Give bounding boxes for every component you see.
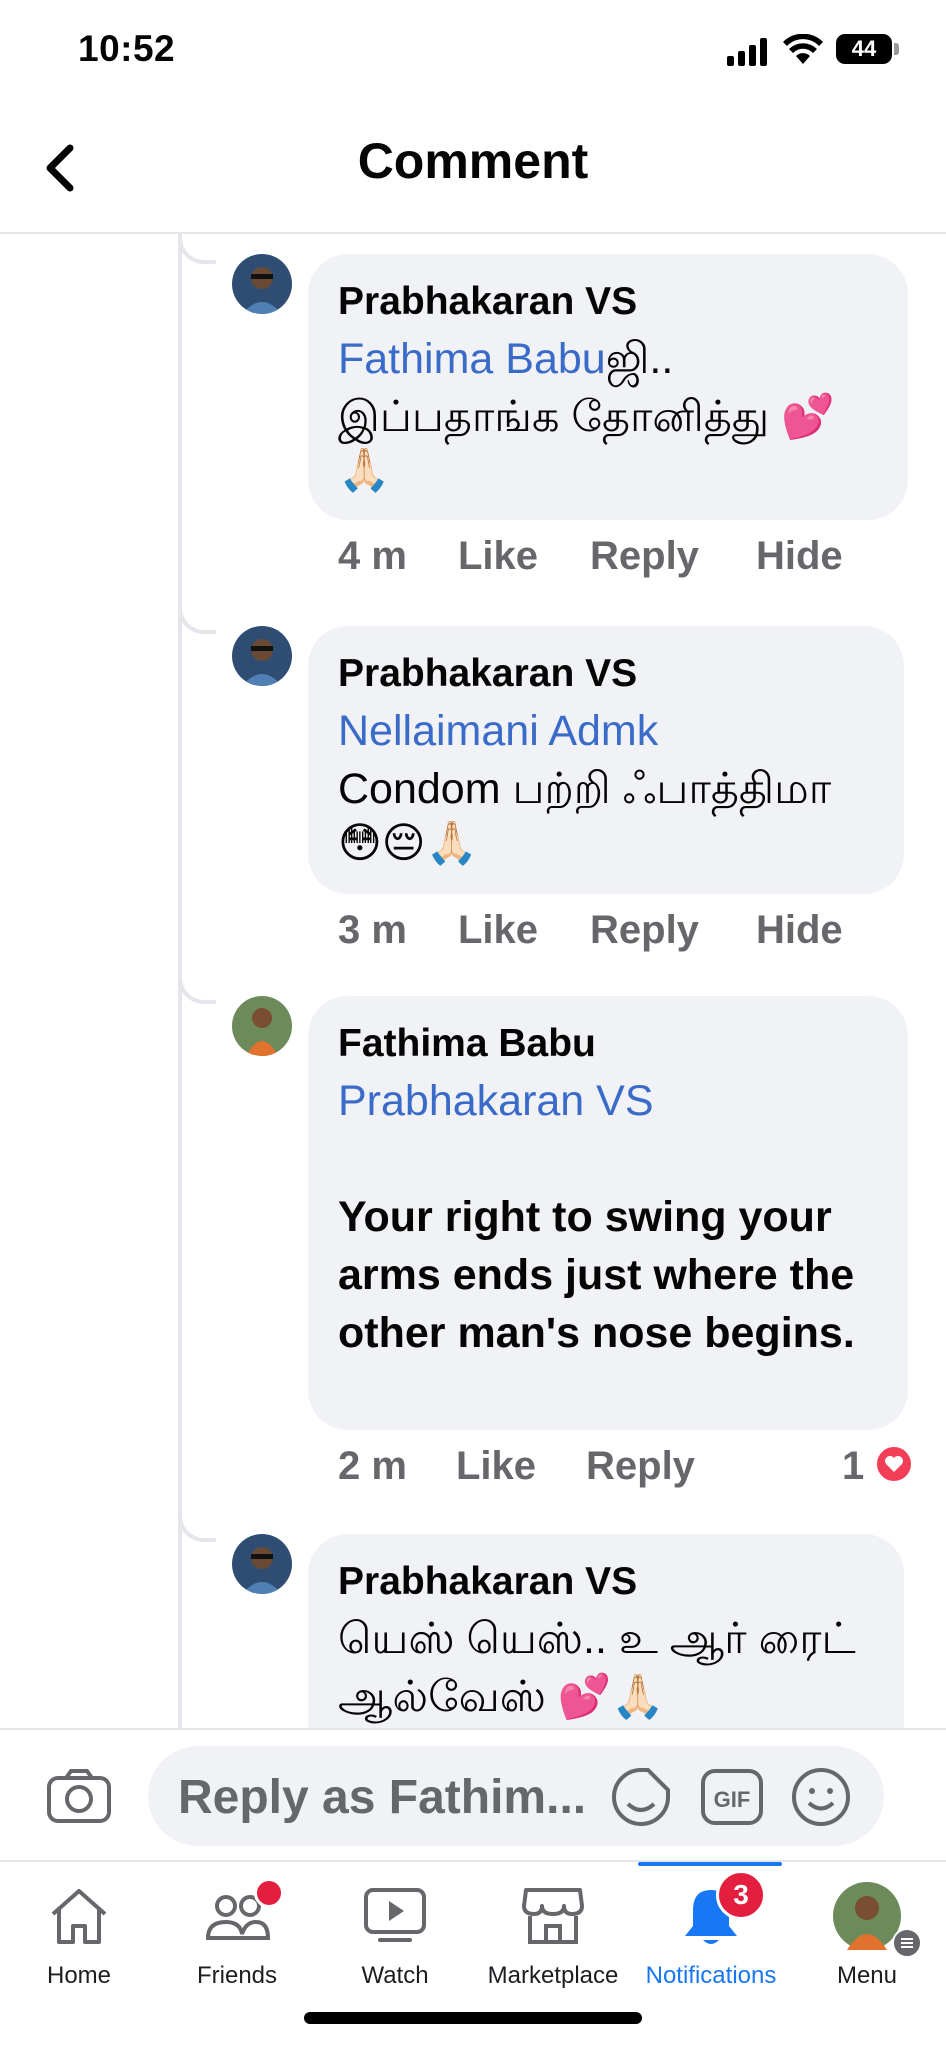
tab-label: Marketplace (487, 1962, 619, 1989)
thread-branch (178, 234, 216, 264)
avatar[interactable] (232, 626, 292, 686)
watch-icon (364, 1888, 426, 1942)
wifi-icon (783, 34, 823, 64)
tab-menu[interactable]: Menu (788, 1862, 946, 2002)
reply-composer: Reply as Fathim... GIF (0, 1728, 946, 1862)
tab-label: Watch (361, 1962, 429, 1989)
status-bar: 10:52 44 (0, 0, 946, 100)
comment-author[interactable]: Prabhakaran VS (338, 646, 876, 702)
comment-text: யெஸ் யெஸ்.. உ ஆர் ரைட் (338, 1615, 856, 1663)
comment-author[interactable]: Prabhakaran VS (338, 1554, 876, 1610)
thread-branch (178, 1512, 216, 1542)
tab-label: Home (46, 1962, 112, 1989)
tab-watch[interactable]: Watch (316, 1862, 474, 2002)
gif-icon[interactable]: GIF (700, 1768, 764, 1826)
header: Comment (0, 100, 946, 234)
emoji-icon[interactable] (790, 1766, 852, 1828)
comment-thread: Prabhakaran VS Fathima Babuஜி.. இப்பதாங்… (0, 234, 946, 1728)
camera-icon[interactable] (46, 1768, 112, 1824)
comment-bubble[interactable]: Fathima Babu Prabhakaran VS Your right t… (308, 996, 908, 1430)
comment-text: இப்பதாங்க தோனித்து 💕 (338, 393, 835, 441)
home-icon (51, 1889, 107, 1944)
hide-button[interactable]: Hide (756, 908, 843, 953)
comment-author[interactable]: Prabhakaran VS (338, 274, 880, 330)
cellular-signal-icon (727, 38, 771, 66)
tab-friends[interactable]: Friends (158, 1862, 316, 2002)
like-button[interactable]: Like (458, 908, 538, 953)
tab-marketplace[interactable]: Marketplace (474, 1862, 632, 2002)
marketplace-icon (522, 1888, 584, 1944)
reply-input[interactable]: Reply as Fathim... GIF (148, 1746, 884, 1846)
comment-text-line2: ஆல்வேஸ் 💕🙏🏻 (338, 1673, 665, 1721)
tab-home[interactable]: Home (0, 1862, 158, 2002)
friends-notification-dot (254, 1878, 284, 1908)
comment-time: 4 m (338, 534, 407, 578)
comment-time: 2 m (338, 1444, 407, 1488)
comment-bubble[interactable]: Prabhakaran VS Nellaimani Admk Condom பற… (308, 626, 904, 894)
tab-label: Friends (196, 1962, 278, 1989)
notification-badge: 3 (716, 1870, 766, 1920)
thread-branch (178, 604, 216, 634)
tab-label: Menu (836, 1962, 898, 1989)
home-indicator (304, 2012, 642, 2024)
reply-placeholder: Reply as Fathim... (178, 1771, 587, 1824)
comment-emoji: 😳😔🙏🏻 (338, 819, 478, 866)
comment-text: பற்றி ஃபாத்திமா (500, 765, 832, 813)
hide-button[interactable]: Hide (756, 534, 843, 579)
avatar[interactable] (232, 996, 292, 1056)
comment-text: Your right to swing your arms ends just … (338, 1193, 855, 1357)
reply-button[interactable]: Reply (590, 908, 699, 953)
thread-branch (178, 974, 216, 1004)
status-time: 10:52 (78, 28, 176, 69)
reply-button[interactable]: Reply (590, 534, 699, 579)
mention-suffix: ஜி.. (605, 335, 674, 383)
page-title: Comment (357, 133, 589, 189)
love-reaction-icon[interactable] (874, 1444, 914, 1484)
like-button[interactable]: Like (458, 534, 538, 579)
mention-link[interactable]: Prabhakaran VS (338, 1072, 880, 1130)
svg-text:GIF: GIF (714, 1787, 751, 1812)
avatar[interactable] (232, 1534, 292, 1594)
sticker-icon[interactable] (610, 1766, 672, 1828)
comment-emoji: 🙏🏻 (338, 446, 391, 493)
avatar[interactable] (232, 254, 292, 314)
comment-author[interactable]: Fathima Babu (338, 1016, 880, 1072)
reaction-count[interactable]: 1 (842, 1444, 864, 1489)
tab-label: Notifications (645, 1962, 777, 1989)
comment-time: 3 m (338, 908, 407, 952)
mention-link[interactable]: Nellaimani Admk (338, 702, 876, 760)
comment-bubble[interactable]: Prabhakaran VS Fathima Babuஜி.. இப்பதாங்… (308, 254, 908, 520)
battery-tip (894, 43, 899, 55)
comment-bubble[interactable]: Prabhakaran VS யெஸ் யெஸ்.. உ ஆர் ரைட் ஆல… (308, 1534, 904, 1728)
reply-button[interactable]: Reply (586, 1444, 695, 1489)
like-button[interactable]: Like (456, 1444, 536, 1489)
menu-hamburger-icon (892, 1928, 922, 1958)
mention-link[interactable]: Fathima Babu (338, 335, 606, 383)
tab-notifications[interactable]: 3 Notifications (632, 1862, 790, 2002)
comment-text-en: Condom (338, 765, 501, 813)
battery-icon: 44 (836, 34, 892, 64)
